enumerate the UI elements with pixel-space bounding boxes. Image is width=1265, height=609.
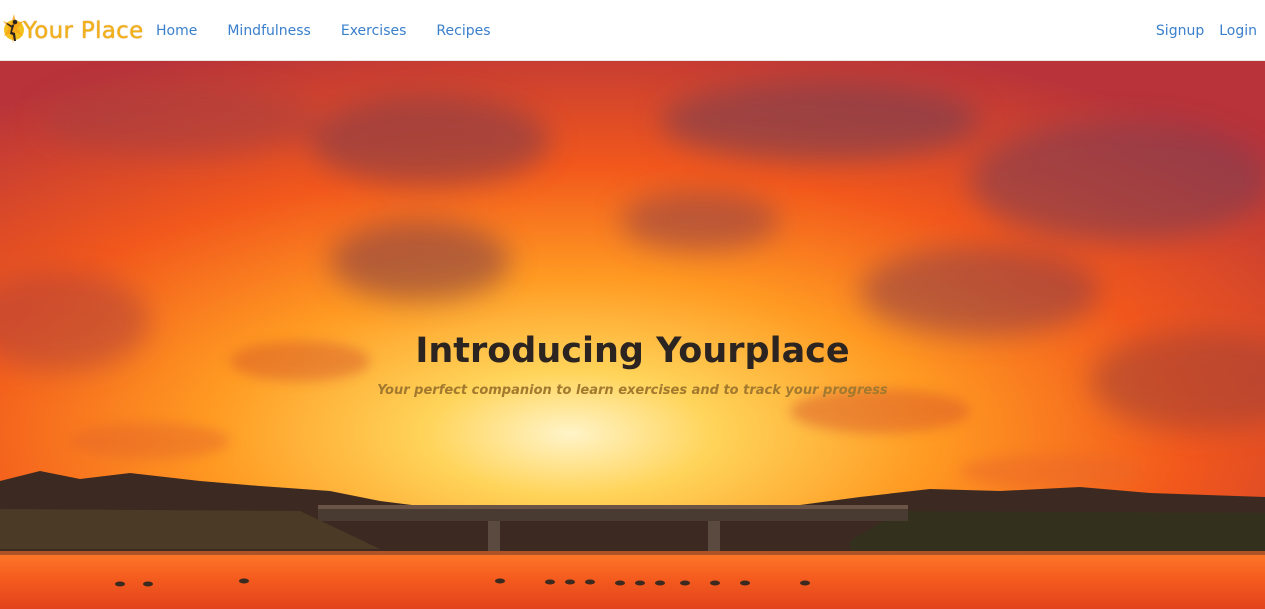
signup-link[interactable]: Signup bbox=[1156, 23, 1204, 39]
hero-title: Introducing Yourplace bbox=[415, 331, 850, 371]
hero-subtitle: Your perfect companion to learn exercise… bbox=[377, 383, 888, 398]
top-navbar: Your Place Home Mindfulness Exercises Re… bbox=[0, 0, 1265, 61]
brand-logo-link[interactable]: Your Place bbox=[2, 8, 144, 52]
brand-name: Your Place bbox=[23, 18, 144, 44]
hero-banner: Introducing Yourplace Your perfect compa… bbox=[0, 61, 1265, 609]
login-link[interactable]: Login bbox=[1219, 23, 1257, 39]
auth-nav: Signup Login bbox=[1141, 0, 1257, 61]
main-nav: Home Mindfulness Exercises Recipes bbox=[156, 0, 521, 61]
nav-exercises-link[interactable]: Exercises bbox=[341, 23, 407, 39]
nav-home-link[interactable]: Home bbox=[156, 23, 197, 39]
nav-recipes-link[interactable]: Recipes bbox=[436, 23, 490, 39]
nav-mindfulness-link[interactable]: Mindfulness bbox=[227, 23, 311, 39]
